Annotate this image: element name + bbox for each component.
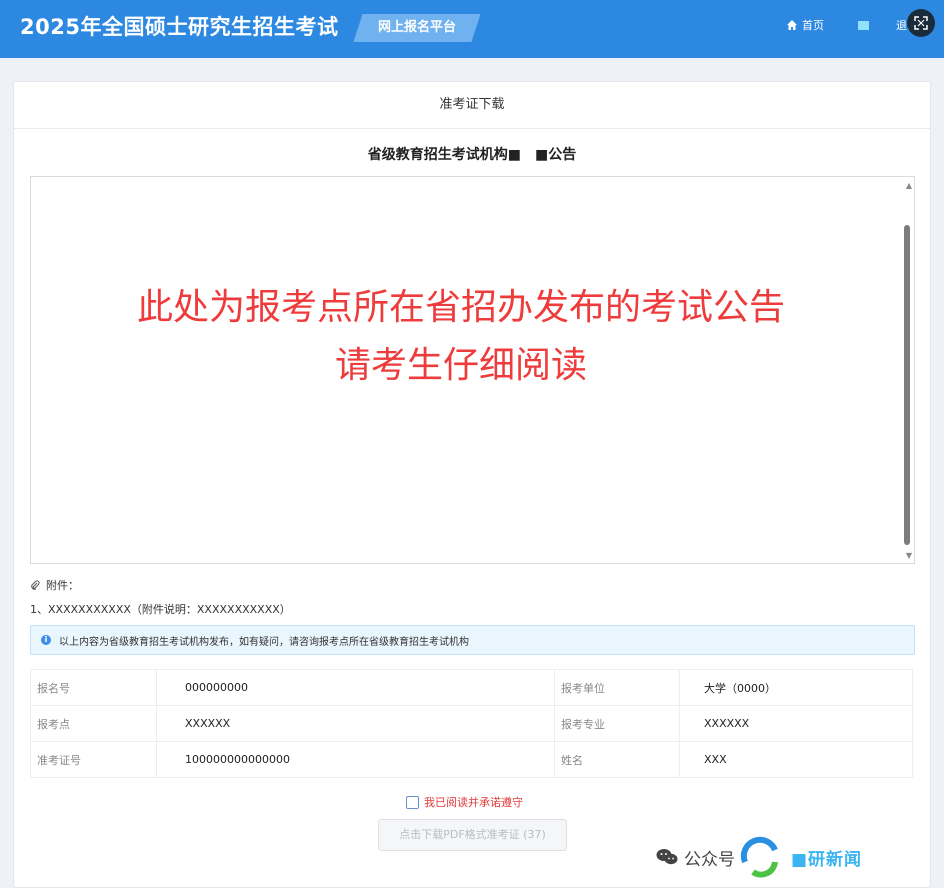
exam-site-label: 报考点 [30, 705, 157, 742]
scroll-down-icon[interactable]: ▼ [906, 551, 912, 560]
agree-checkbox[interactable] [406, 795, 419, 809]
reg-number-value: 000000000 [156, 669, 555, 706]
name-label: 姓名 [554, 741, 680, 778]
notice-content-box[interactable]: 此处为报考点所在省招办发布的考试公告 请考生仔细阅读 ▲ ▼ [30, 176, 915, 564]
attachments-heading: 附件： [30, 577, 79, 593]
table-row: 报名号 000000000 报考单位 大学（0000） [30, 669, 913, 706]
nav-home-link[interactable]: 首页 [786, 17, 824, 33]
major-value: XXXXXX [679, 705, 913, 742]
notice-text-line1: 此处为报考点所在省招办发布的考试公告 [136, 287, 785, 328]
name-value: XXX [679, 741, 913, 778]
admission-card-panel: 准考证下载 省级教育招生考试机构■ ■公告 此处为报考点所在省招办发布的考试公告… [13, 81, 931, 888]
ticket-number-label: 准考证号 [30, 741, 157, 778]
fullscreen-button[interactable] [907, 9, 935, 37]
card-title: 准考证下载 [14, 82, 930, 129]
scrollbar-thumb[interactable] [904, 225, 910, 545]
brand-logo-icon [737, 834, 783, 880]
expand-icon [914, 16, 928, 30]
major-label: 报考专业 [554, 705, 680, 742]
attachments-label: 附件： [46, 579, 79, 592]
exam-info-table: 报名号 000000000 报考单位 大学（0000） 报考点 XXXXXX 报… [30, 669, 913, 778]
watermark-text: 公众号 [684, 849, 735, 870]
platform-tag: 网上报名平台 [377, 20, 456, 35]
app-title: 2025年全国硕士研究生招生考试 [20, 15, 339, 39]
info-notice-text: 以上内容为省级教育招生考试机构发布，如有疑问，请咨询报考点所在省级教育招生考试机… [59, 636, 469, 648]
download-pdf-button[interactable]: 点击下载PDF格式准考证 (37) [378, 819, 567, 851]
exam-site-value: XXXXXX [156, 705, 555, 742]
reg-number-label: 报名号 [30, 669, 157, 706]
table-row: 报考点 XXXXXX 报考专业 XXXXXX [30, 705, 913, 742]
watermark-brand: ■研新闻 [791, 849, 863, 870]
scroll-up-icon[interactable]: ▲ [906, 181, 912, 190]
notice-text-line2: 请考生仔细阅读 [334, 345, 587, 386]
school-value: 大学（0000） [679, 669, 913, 706]
agree-label[interactable]: 我已阅读并承诺遵守 [424, 794, 523, 810]
watermark: 公众号 ■研新闻 [656, 832, 862, 882]
ticket-number-value: 100000000000000 [156, 741, 555, 778]
agree-checkbox-row[interactable]: 我已阅读并承诺遵守 [406, 794, 523, 810]
wechat-icon [656, 849, 678, 865]
table-row: 准考证号 100000000000000 姓名 XXX [30, 741, 913, 778]
paperclip-icon [31, 580, 40, 590]
attachment-item[interactable]: 1、XXXXXXXXXXX（附件说明：XXXXXXXXXXX） [30, 601, 291, 617]
nav-home-label: 首页 [802, 19, 824, 32]
scrollbar-track[interactable]: ▲ ▼ [900, 177, 914, 563]
school-label: 报考单位 [554, 669, 680, 706]
message-icon[interactable] [858, 21, 869, 30]
info-notice-bar: i 以上内容为省级教育招生考试机构发布，如有疑问，请咨询报考点所在省级教育招生考… [30, 625, 915, 655]
home-icon [787, 20, 797, 30]
notice-title: 省级教育招生考试机构■ ■公告 [367, 147, 577, 163]
info-icon: i [41, 635, 51, 645]
top-header: 2025年全国硕士研究生招生考试 网上报名平台 首页 退出 [0, 0, 944, 58]
